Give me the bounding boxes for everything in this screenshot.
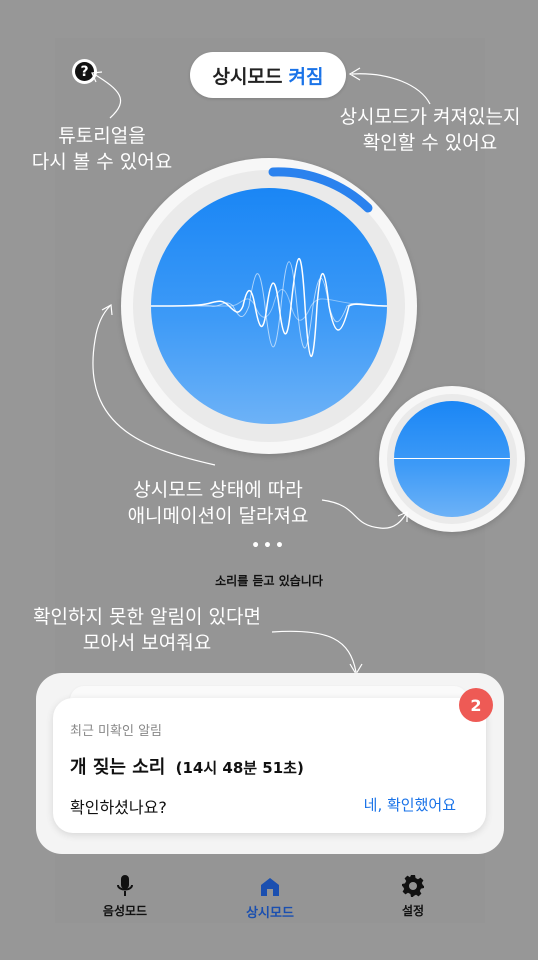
nav-label-voice-mode: 음성모드 [102, 904, 148, 918]
tutorial-note-line1: 튜토리얼을 [58, 125, 146, 147]
status-note-line1: 상시모드가 켜져있는지 [339, 106, 521, 128]
status-note-line2: 확인할 수 있어요 [362, 132, 498, 154]
unread-note: 확인하지 못한 알림이 있다면 모아서 보여줘요 [22, 604, 272, 656]
unread-note-line2: 모아서 보여줘요 [82, 632, 212, 654]
question-icon: ? [75, 62, 94, 81]
tutorial-note: 튜토리얼을 다시 볼 수 있어요 [22, 123, 182, 175]
bottom-nav: 음성모드 상시모드 설정 [55, 862, 485, 923]
tutorial-note-line2: 다시 볼 수 있어요 [31, 151, 173, 173]
nav-label-settings: 설정 [401, 904, 425, 918]
animation-note-line2: 애니메이션이 달라져요 [127, 505, 309, 527]
preview-animation-circle [394, 401, 510, 517]
unread-note-line1: 확인하지 못한 알림이 있다면 [33, 606, 261, 628]
microphone-icon [116, 870, 134, 898]
mode-label: 상시모드 [212, 65, 283, 88]
help-button[interactable]: ? [72, 59, 97, 84]
notification-time: (14시 48분 51초) [175, 759, 304, 777]
unread-count-badge: 2 [459, 688, 493, 722]
listening-status: 소리를 듣고 있습니다 [215, 574, 323, 588]
waveform-icon [151, 258, 387, 357]
nav-item-always-mode[interactable]: 상시모드 [210, 862, 330, 923]
notification-question: 확인하셨나요? [70, 798, 167, 817]
animation-note: 상시모드 상태에 따라 애니메이션이 달라져요 [118, 477, 318, 529]
confirm-button[interactable]: 네, 확인했어요 [364, 794, 456, 815]
status-note: 상시모드가 켜져있는지 확인할 수 있어요 [332, 104, 528, 156]
nav-item-voice-mode[interactable]: 음성모드 [65, 862, 185, 923]
notification-title-row: 개 짖는 소리 (14시 48분 51초) [70, 753, 304, 779]
notification-header: 최근 미확인 알림 [70, 724, 162, 739]
notification-card[interactable]: 최근 미확인 알림 개 짖는 소리 (14시 48분 51초) 확인하셨나요? … [53, 698, 486, 833]
mode-status-pill: 상시모드 켜짐 [190, 52, 346, 98]
flat-line-icon [394, 458, 510, 459]
animation-note-line1: 상시모드 상태에 따라 [133, 479, 303, 501]
gear-icon [401, 870, 425, 898]
main-animation-circle [151, 188, 387, 424]
home-icon [259, 870, 281, 898]
mode-state: 켜짐 [288, 65, 324, 88]
notification-title: 개 짖는 소리 [70, 757, 166, 778]
nav-item-settings[interactable]: 설정 [353, 862, 473, 923]
activity-dots: ••• [251, 538, 287, 554]
nav-label-always-mode: 상시모드 [246, 906, 294, 921]
